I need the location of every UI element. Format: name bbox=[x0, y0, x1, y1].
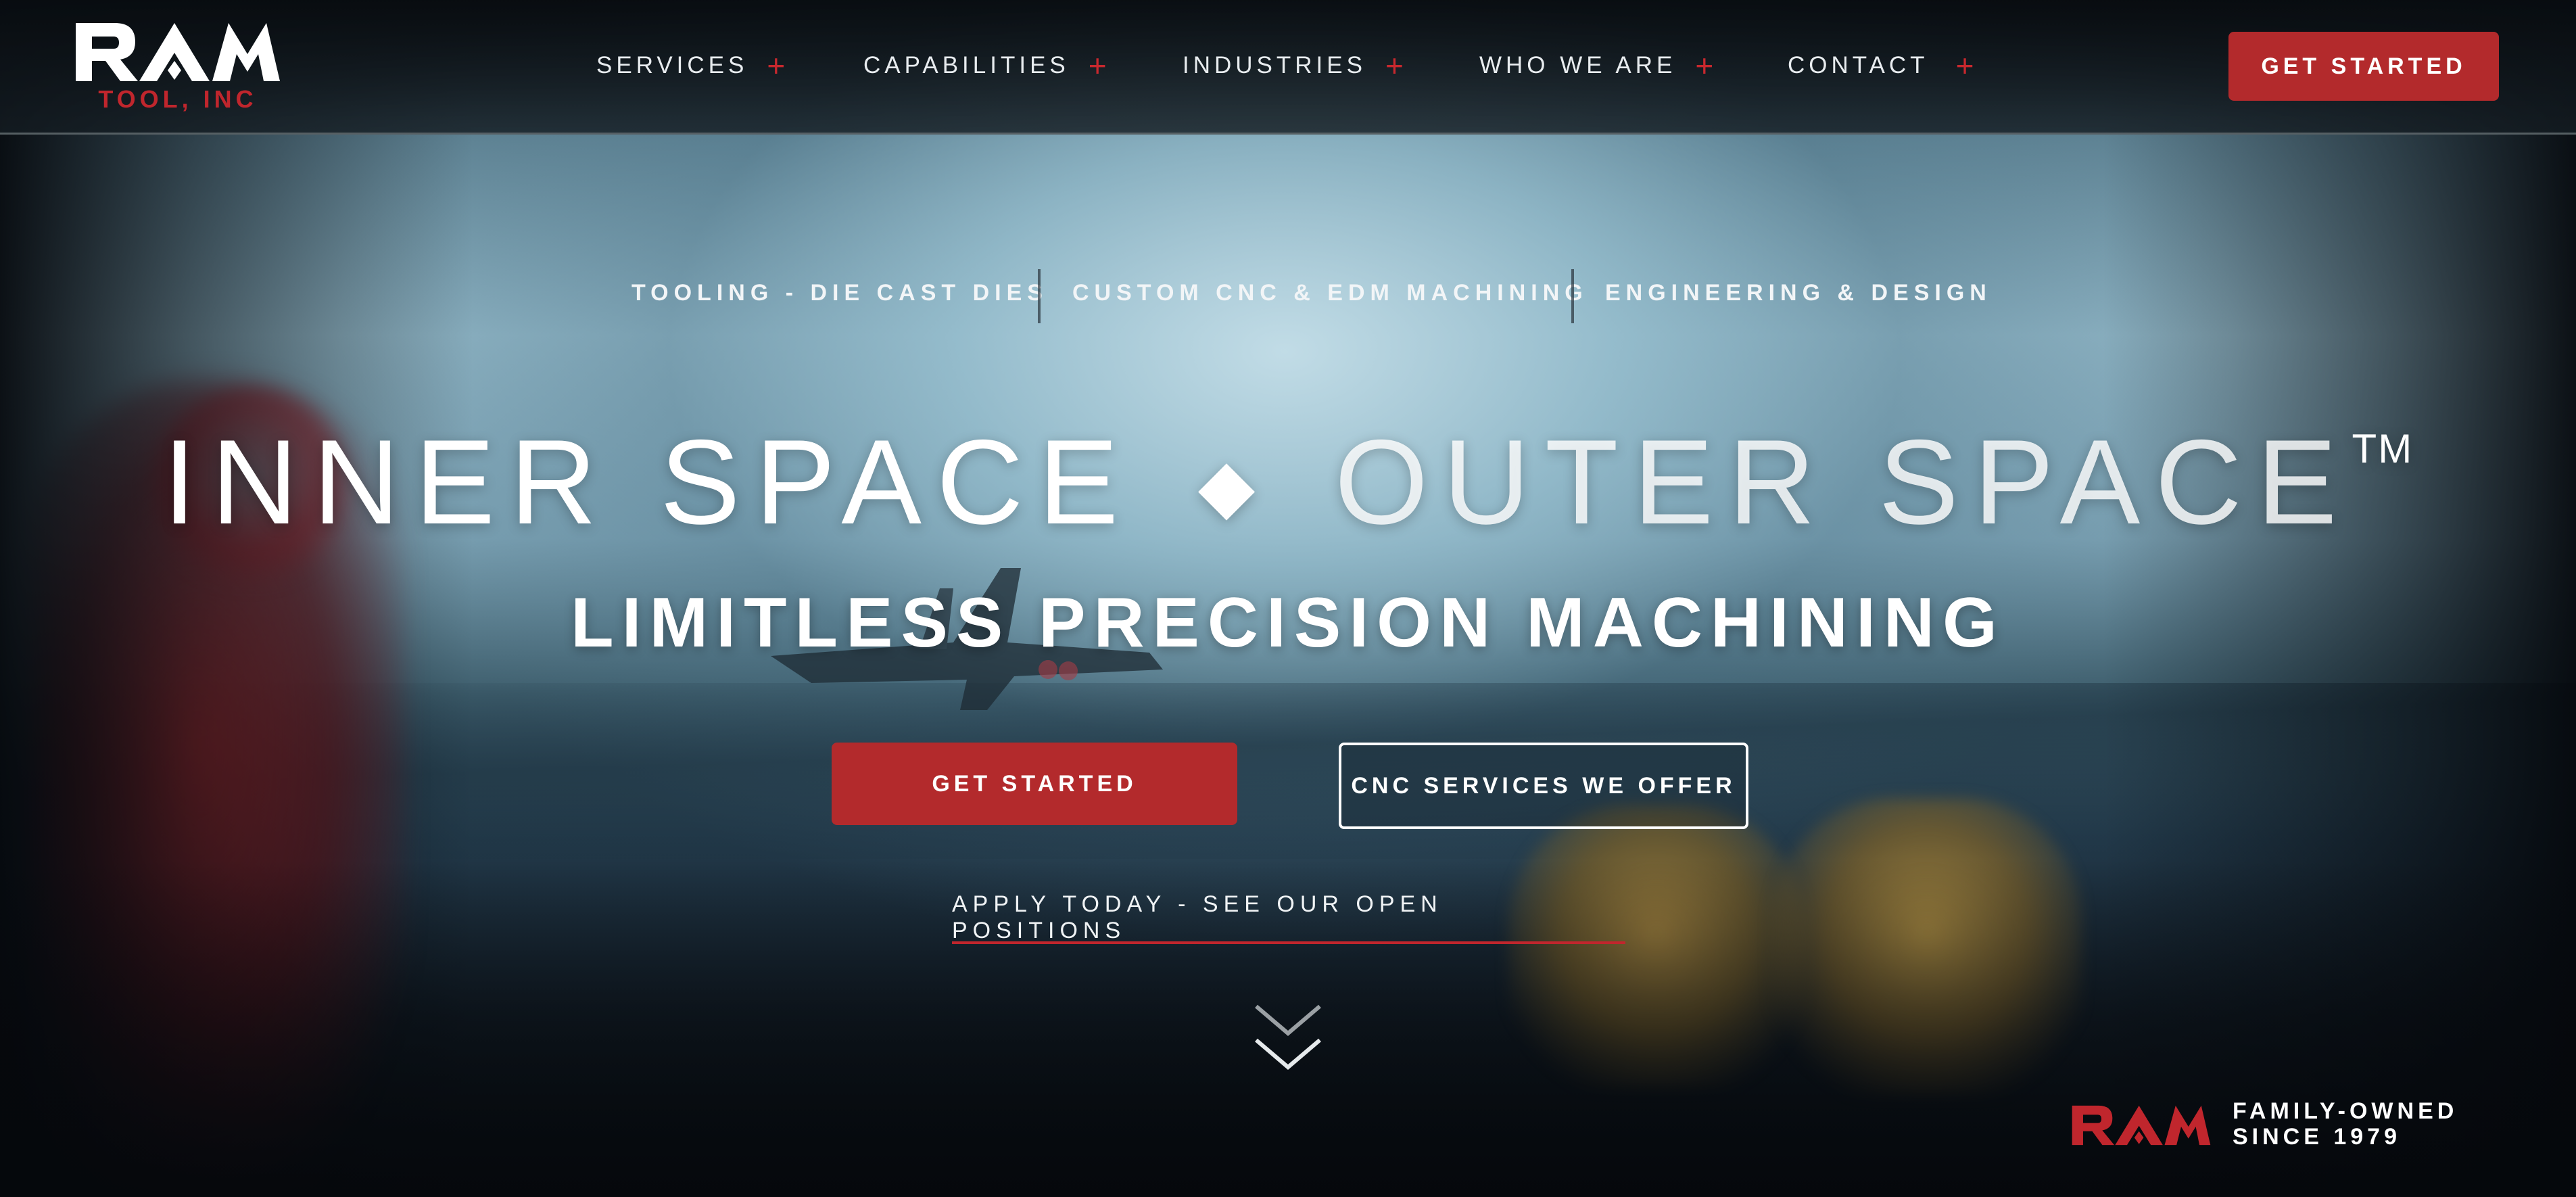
headline-outer-space: OUTER SPACE bbox=[1334, 415, 2352, 549]
chevron-down-double-icon[interactable] bbox=[1251, 1001, 1325, 1082]
diamond-separator-icon: ◆ bbox=[1197, 444, 1270, 527]
nav-item-contact[interactable]: CONTACT + bbox=[1788, 49, 1978, 83]
family-owned-badge: FAMILY-OWNED SINCE 1979 bbox=[2070, 1098, 2503, 1152]
tagline-engineering: ENGINEERING & DESIGN bbox=[1605, 280, 1992, 306]
plus-icon: + bbox=[767, 48, 790, 83]
apply-open-positions-link[interactable]: APPLY TODAY - SEE OUR OPEN POSITIONS bbox=[952, 891, 1625, 944]
logo-subtitle: TOOL, INC bbox=[98, 85, 258, 113]
main-nav: SERVICES + CAPABILITIES + INDUSTRIES + W… bbox=[0, 49, 2576, 83]
hero-get-started-button[interactable]: GET STARTED bbox=[832, 743, 1237, 825]
nav-label-contact: CONTACT bbox=[1788, 52, 1929, 78]
tagline-divider bbox=[1571, 269, 1574, 323]
trademark-symbol: TM bbox=[2352, 426, 2414, 471]
page: TOOL, INC SERVICES + CAPABILITIES + INDU… bbox=[0, 0, 2576, 1197]
nav-label-industries: INDUSTRIES bbox=[1183, 52, 1366, 78]
service-taglines: TOOLING - DIE CAST DIES CUSTOM CNC & EDM… bbox=[0, 269, 2576, 323]
plus-icon: + bbox=[1385, 48, 1408, 83]
hero-headline: INNER SPACE ◆ OUTER SPACETM bbox=[0, 413, 2576, 551]
nav-item-who-we-are[interactable]: WHO WE ARE + bbox=[1479, 49, 1717, 83]
plus-icon: + bbox=[1695, 48, 1718, 83]
cnc-services-button[interactable]: CNC SERVICES WE OFFER bbox=[1339, 743, 1748, 829]
nav-label-capabilities: CAPABILITIES bbox=[863, 52, 1070, 78]
headline-inner-space: INNER SPACE bbox=[162, 415, 1134, 549]
tagline-divider bbox=[1038, 269, 1041, 323]
plus-icon: + bbox=[1955, 48, 1978, 83]
header-get-started-button[interactable]: GET STARTED bbox=[2228, 32, 2499, 101]
nav-label-who-we-are: WHO WE ARE bbox=[1479, 52, 1677, 78]
nav-item-industries[interactable]: INDUSTRIES + bbox=[1183, 49, 1408, 83]
nav-label-services: SERVICES bbox=[596, 52, 748, 78]
nav-item-services[interactable]: SERVICES + bbox=[596, 49, 789, 83]
ram-badge-logo-icon bbox=[2072, 1105, 2211, 1146]
plus-icon: + bbox=[1088, 48, 1111, 83]
hero-subheadline: LIMITLESS PRECISION MACHINING bbox=[571, 584, 2005, 662]
tagline-cnc-edm: CUSTOM CNC & EDM MACHINING bbox=[1072, 280, 1588, 306]
nav-item-capabilities[interactable]: CAPABILITIES + bbox=[863, 49, 1111, 83]
family-owned-text: FAMILY-OWNED SINCE 1979 bbox=[2233, 1098, 2458, 1150]
site-header: TOOL, INC SERVICES + CAPABILITIES + INDU… bbox=[0, 0, 2576, 135]
tagline-tooling: TOOLING - DIE CAST DIES bbox=[631, 280, 1048, 306]
